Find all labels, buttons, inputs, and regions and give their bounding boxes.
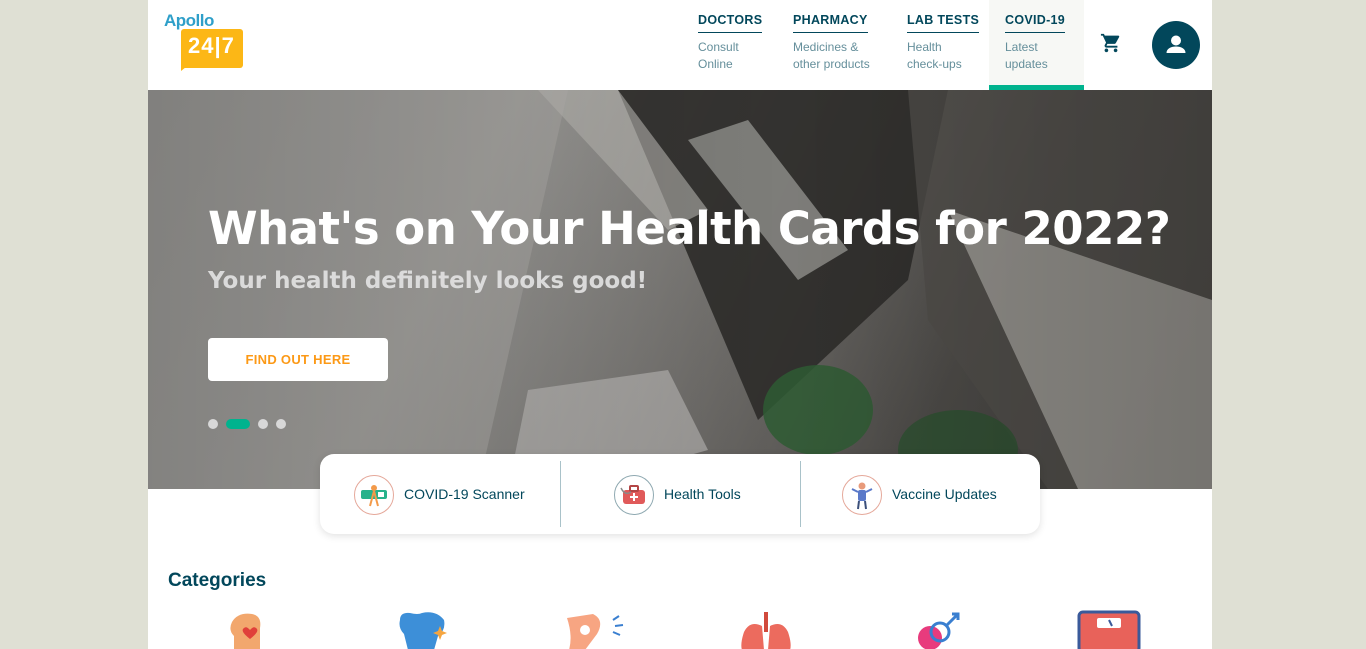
mental-health-icon[interactable] [226, 610, 296, 649]
nav-doctors[interactable]: DOCTORS Consult Online [679, 0, 774, 90]
categories-title: Categories [168, 570, 267, 591]
quick-link-label: Vaccine Updates [892, 486, 997, 502]
weight-scale-icon[interactable] [1077, 610, 1147, 649]
nav-title: LAB TESTS [907, 13, 980, 33]
logo-number: 24|7 [188, 33, 235, 58]
logo-brand: Apollo [164, 11, 214, 30]
carousel-dot[interactable] [276, 419, 286, 429]
vaccine-updates-icon [842, 475, 882, 515]
nav-lab-tests[interactable]: LAB TESTS Health check-ups [888, 0, 989, 90]
quick-link-label: COVID-19 Scanner [404, 486, 525, 502]
nav-title: DOCTORS [698, 13, 763, 33]
covid-scanner-icon [354, 475, 394, 515]
nav-subtitle: Medicines & other products [793, 40, 870, 71]
nav-title: PHARMACY [793, 13, 868, 33]
dental-icon[interactable] [396, 610, 466, 649]
quick-link-vaccine-updates[interactable]: Vaccine Updates [800, 454, 1040, 534]
bones-joints-icon[interactable] [563, 610, 633, 649]
page: Apollo 24|7 DOCTORS Consult Online PHARM… [148, 0, 1212, 649]
cart-icon[interactable] [1100, 32, 1122, 54]
nav-covid-19[interactable]: COVID-19 Latest updates [989, 0, 1084, 90]
find-out-button[interactable]: FIND OUT HERE [208, 338, 388, 381]
profile-avatar[interactable] [1152, 21, 1200, 69]
lungs-icon[interactable] [736, 610, 806, 649]
nav-title: COVID-19 [1005, 13, 1066, 33]
hero-subtitle: Your health definitely looks good! [208, 268, 648, 294]
quick-link-health-tools[interactable]: Health Tools [560, 454, 800, 534]
nav-subtitle: Latest updates [1005, 40, 1048, 71]
hero-banner[interactable]: What's on Your Health Cards for 2022? Yo… [148, 90, 1212, 489]
carousel-dot[interactable] [258, 419, 268, 429]
quick-link-covid-scanner[interactable]: COVID-19 Scanner [320, 454, 560, 534]
nav-subtitle: Health check-ups [907, 40, 962, 71]
nav-pharmacy[interactable]: PHARMACY Medicines & other products [774, 0, 888, 90]
nav-subtitle: Consult Online [698, 40, 739, 71]
header: Apollo 24|7 DOCTORS Consult Online PHARM… [148, 0, 1212, 90]
user-icon [1166, 35, 1186, 53]
quick-links-card: COVID-19 Scanner Health Tools Vaccine Up… [320, 454, 1040, 534]
hero-title: What's on Your Health Cards for 2022? [208, 202, 1171, 255]
quick-link-label: Health Tools [664, 486, 741, 502]
carousel-dot-active[interactable] [226, 419, 250, 429]
sexual-health-icon[interactable] [910, 610, 980, 649]
apollo-logo[interactable]: Apollo 24|7 [164, 11, 244, 71]
health-tools-icon [614, 475, 654, 515]
carousel-dot[interactable] [208, 419, 218, 429]
